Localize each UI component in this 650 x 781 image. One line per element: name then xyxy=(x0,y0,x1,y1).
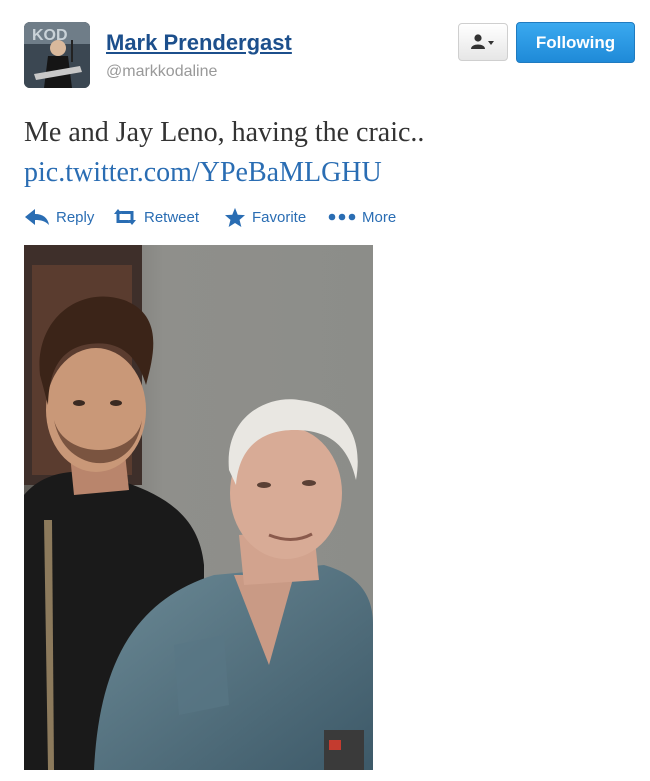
reply-arrow-icon xyxy=(25,209,49,225)
more-label: More xyxy=(362,208,397,226)
more-button[interactable]: More xyxy=(328,204,396,230)
retweet-label: Retweet xyxy=(144,208,200,226)
tweet-media-link[interactable]: pic.twitter.com/YPeBaMLGHU xyxy=(24,157,382,188)
author-name[interactable]: Mark Prendergast xyxy=(106,30,292,56)
author-handle[interactable]: @markkodaline xyxy=(106,63,217,81)
reply-button[interactable]: Reply xyxy=(24,204,94,230)
favorite-button[interactable]: Favorite xyxy=(224,204,306,230)
retweet-button[interactable]: Retweet xyxy=(112,204,199,230)
favorite-label: Favorite xyxy=(252,208,307,226)
author-avatar[interactable]: KOD xyxy=(24,22,90,88)
avatar-image: KOD xyxy=(24,22,90,88)
tweet-photo[interactable] xyxy=(24,245,373,770)
user-actions-button[interactable] xyxy=(458,23,508,61)
person-with-dropdown-icon xyxy=(471,34,494,49)
photo-image xyxy=(24,245,373,770)
tweet-body: Me and Jay Leno, having the craic.. xyxy=(24,117,425,148)
reply-label: Reply xyxy=(56,208,95,226)
star-icon xyxy=(225,207,245,227)
following-button[interactable]: Following xyxy=(516,22,635,63)
dots-icon xyxy=(328,213,356,221)
tweet-text: Me and Jay Leno, having the craic.. pic.… xyxy=(24,113,624,193)
retweet-icon xyxy=(114,209,136,225)
